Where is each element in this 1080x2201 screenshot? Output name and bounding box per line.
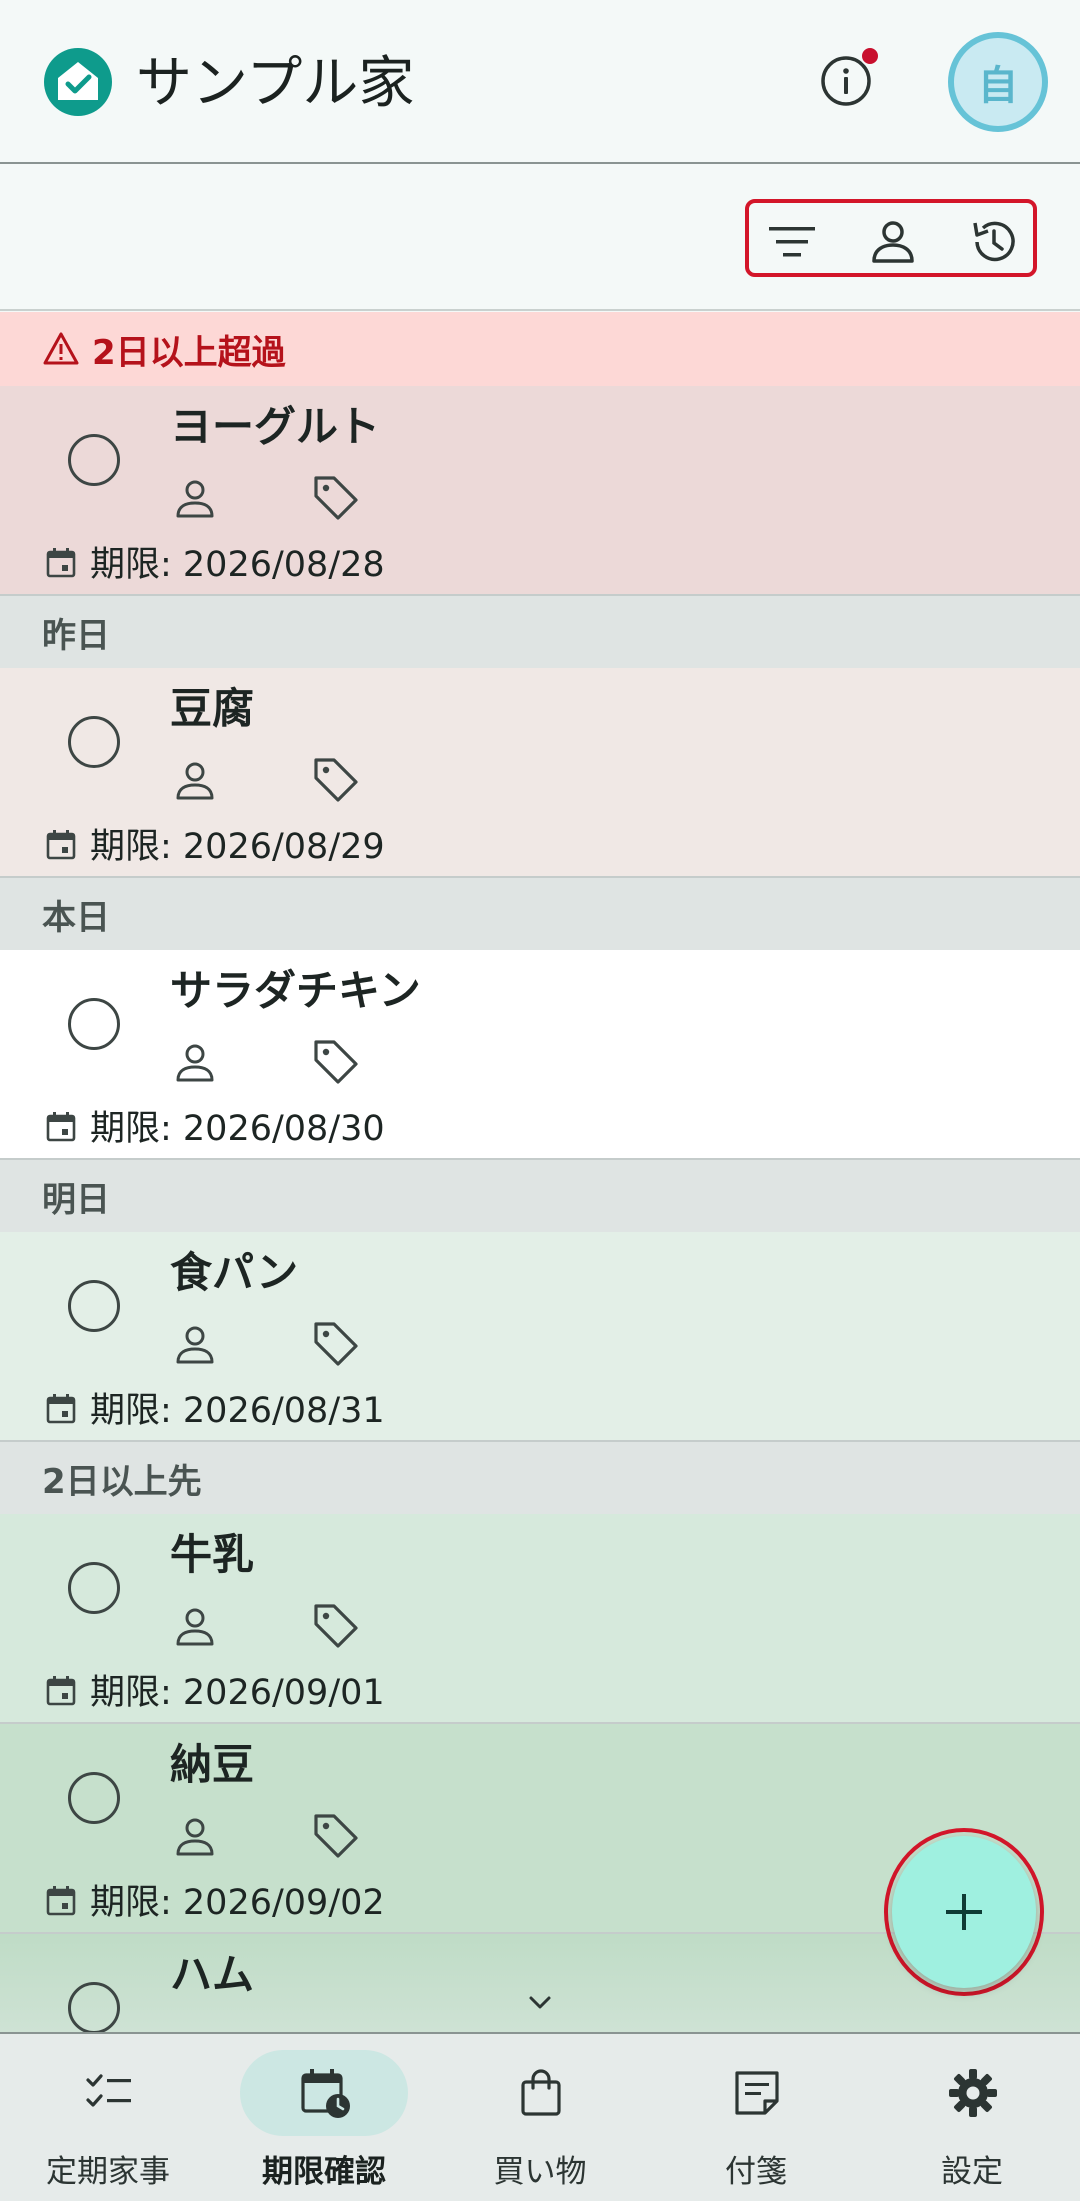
- sticky-note-icon: [735, 2071, 779, 2115]
- toolbar: [0, 166, 1080, 311]
- person-icon[interactable]: [172, 1040, 218, 1086]
- group-label: 2日以上超過: [92, 332, 286, 373]
- due-label: 期限: 2026/09/01: [90, 1673, 385, 1713]
- due-date: 期限: 2026/09/01: [44, 1664, 385, 1715]
- complete-checkbox[interactable]: [68, 1562, 120, 1614]
- item-name: サラダチキン: [170, 966, 421, 1015]
- tag-icon[interactable]: [310, 1036, 362, 1088]
- notification-dot: [860, 46, 880, 66]
- due-label: 期限: 2026/09/02: [90, 1883, 385, 1923]
- group-header-tomorrow: 明日: [0, 1160, 1080, 1232]
- list-item[interactable]: サラダチキン 期限: 2026/08/30: [0, 950, 1080, 1160]
- item-name: 納豆: [170, 1740, 255, 1789]
- app-logo-icon: [44, 48, 112, 116]
- history-icon: [973, 221, 1015, 262]
- item-name: 豆腐: [170, 684, 255, 733]
- chevron-down-icon[interactable]: [522, 1985, 558, 2021]
- list-item[interactable]: 豆腐 期限: 2026/08/29: [0, 668, 1080, 878]
- group-label: 本日: [42, 897, 110, 938]
- filter-icon: [769, 227, 815, 257]
- tag-icon[interactable]: [310, 1318, 362, 1370]
- nav-label: 設定: [941, 2154, 1003, 2190]
- list-item[interactable]: 食パン 期限: 2026/08/31: [0, 1232, 1080, 1442]
- due-date: 期限: 2026/08/31: [44, 1382, 385, 1433]
- complete-checkbox[interactable]: [68, 998, 120, 1050]
- person-icon[interactable]: [172, 1814, 218, 1860]
- calendar-icon: [46, 1111, 76, 1141]
- person-icon[interactable]: [172, 758, 218, 804]
- group-header-today: 本日: [0, 878, 1080, 950]
- tag-icon[interactable]: [310, 1810, 362, 1862]
- complete-checkbox[interactable]: [68, 1280, 120, 1332]
- warning-icon: [43, 332, 79, 365]
- app-title: サンプル家: [136, 51, 415, 116]
- nav-label: 付箋: [725, 2154, 787, 2190]
- due-date: 期限: 2026/08/30: [44, 1100, 385, 1151]
- list-item[interactable]: ヨーグルト 期限: 2026/08/28: [0, 386, 1080, 596]
- due-date: 期限: 2026/08/28: [44, 536, 385, 587]
- app-bar: サンプル家 自: [0, 0, 1080, 164]
- nav-label: 定期家事: [46, 2154, 170, 2190]
- item-name: 食パン: [170, 1248, 299, 1297]
- group-label: 昨日: [42, 615, 110, 656]
- due-date: 期限: 2026/09/02: [44, 1874, 385, 1925]
- item-name: 牛乳: [170, 1530, 255, 1579]
- person-icon[interactable]: [172, 1322, 218, 1368]
- avatar-label: 自: [978, 63, 1018, 109]
- expiry-list: 2日以上超過 ヨーグルト 期限: 2026/08/28 昨日 豆腐 期限: 20…: [0, 312, 1080, 2032]
- add-item-button[interactable]: [892, 1836, 1036, 1988]
- calendar-icon: [46, 547, 76, 577]
- group-header-yesterday: 昨日: [0, 596, 1080, 668]
- nav-item-recurring-chores[interactable]: 定期家事: [0, 2034, 216, 2201]
- calendar-icon: [46, 1885, 76, 1915]
- tag-icon[interactable]: [310, 754, 362, 806]
- bottom-navigation: 定期家事 期限確認 買い物 付箋 設定: [0, 2032, 1080, 2201]
- tag-icon[interactable]: [310, 1600, 362, 1652]
- nav-item-shopping[interactable]: 買い物: [432, 2034, 648, 2201]
- item-name: ハム: [170, 1950, 255, 1999]
- complete-checkbox[interactable]: [68, 716, 120, 768]
- shopping-bag-icon: [521, 2069, 561, 2116]
- complete-checkbox[interactable]: [68, 1772, 120, 1824]
- group-header-future: 2日以上先: [0, 1442, 1080, 1514]
- due-label: 期限: 2026/08/29: [90, 827, 385, 867]
- person-icon[interactable]: [172, 1604, 218, 1650]
- calendar-icon: [46, 1675, 76, 1705]
- due-date: 期限: 2026/08/29: [44, 818, 385, 869]
- due-label: 期限: 2026/08/28: [90, 545, 385, 585]
- checklist-icon: [86, 2074, 131, 2107]
- group-label: 2日以上先: [42, 1461, 202, 1502]
- plus-icon: [946, 1894, 982, 1930]
- gear-icon: [949, 2069, 997, 2117]
- calendar-clock-icon: [301, 2069, 350, 2118]
- nav-item-sticky-notes[interactable]: 付箋: [648, 2034, 864, 2201]
- due-label: 期限: 2026/08/30: [90, 1109, 385, 1149]
- calendar-icon: [46, 1393, 76, 1423]
- history-button[interactable]: [967, 215, 1021, 269]
- avatar[interactable]: 自: [948, 32, 1048, 132]
- calendar-icon: [46, 829, 76, 859]
- due-label: 期限: 2026/08/31: [90, 1391, 385, 1431]
- group-header-overdue: 2日以上超過: [0, 312, 1080, 386]
- person-icon: [872, 221, 914, 263]
- assignee-button[interactable]: [866, 215, 920, 269]
- item-name: ヨーグルト: [170, 402, 381, 451]
- nav-item-expiry-check[interactable]: 期限確認: [216, 2034, 432, 2201]
- person-icon[interactable]: [172, 476, 218, 522]
- nav-label: 買い物: [493, 2154, 587, 2190]
- filter-button[interactable]: [765, 215, 819, 269]
- toolbar-action-group: [745, 199, 1037, 277]
- list-item[interactable]: 牛乳 期限: 2026/09/01: [0, 1514, 1080, 1724]
- group-label: 明日: [42, 1179, 110, 1220]
- complete-checkbox[interactable]: [68, 434, 120, 486]
- tag-icon[interactable]: [310, 472, 362, 524]
- complete-checkbox[interactable]: [68, 1982, 120, 2032]
- nav-item-settings[interactable]: 設定: [864, 2034, 1080, 2201]
- nav-label: 期限確認: [262, 2154, 386, 2190]
